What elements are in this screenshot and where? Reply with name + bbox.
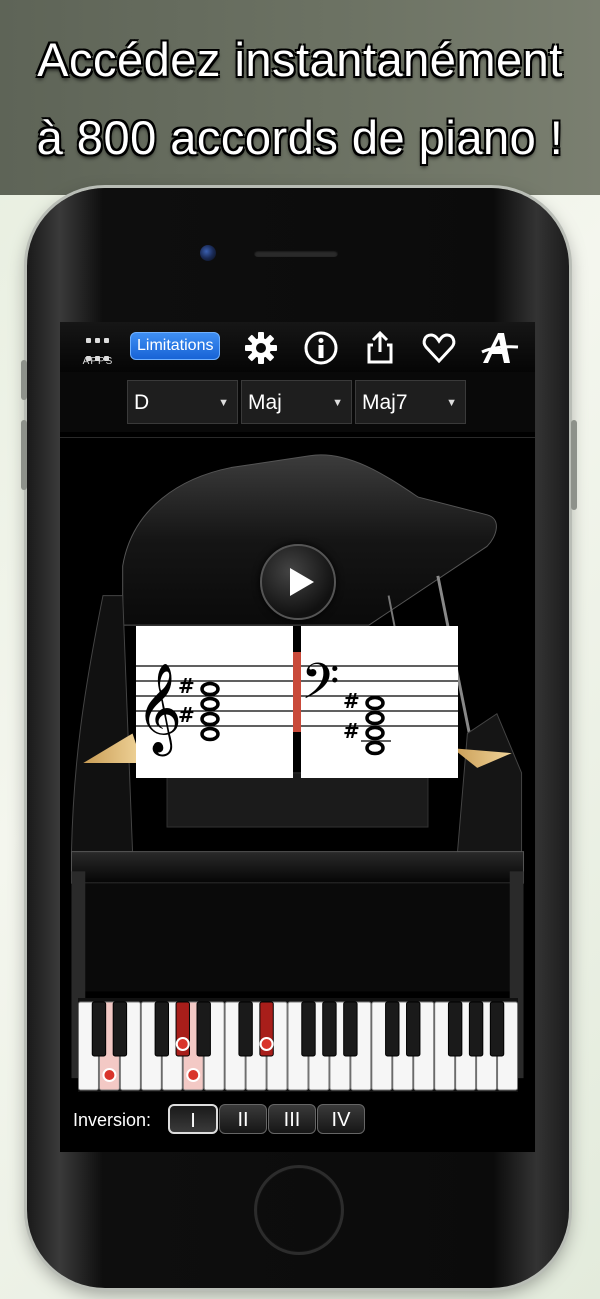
side-button [21,360,27,400]
root-note-value: D [134,391,150,414]
staff-separator [293,652,301,732]
black-key[interactable] [238,1001,253,1057]
svg-text:𝄞: 𝄞 [136,663,182,757]
chord-selector-row: D ▼ Maj ▼ Maj7 ▼ [60,372,535,432]
black-key[interactable] [468,1001,484,1057]
share-icon[interactable] [362,330,398,366]
toolbar: APPS Limitations [60,322,535,373]
app-screen: APPS Limitations D ▼ Maj ▼ Maj7 ▼ 𝄞 # # … [60,322,535,1152]
black-key[interactable] [301,1001,316,1057]
play-button[interactable] [260,544,336,620]
font-icon[interactable] [480,330,519,366]
black-key[interactable] [322,1001,337,1057]
grand-piano-illustration [70,454,525,1079]
front-camera [200,245,216,261]
piano-keyboard[interactable] [78,998,518,1092]
chord-quality-select[interactable]: Maj ▼ [241,380,352,424]
chevron-down-icon: ▼ [446,397,457,409]
gear-icon[interactable] [243,330,279,366]
pressed-key-marker [102,1068,117,1082]
inversion-button-ii[interactable]: II [219,1104,267,1134]
root-note-select[interactable]: D ▼ [127,380,238,424]
svg-text:#: # [178,674,195,698]
svg-text:𝄢: 𝄢 [301,653,340,723]
side-button [571,420,577,510]
heart-icon[interactable] [421,330,457,366]
bass-staff: 𝄢 # # [301,626,458,778]
black-key[interactable] [343,1001,358,1057]
black-key[interactable] [154,1001,170,1057]
svg-text:#: # [343,689,360,713]
home-button [254,1165,344,1255]
chord-quality-value: Maj [248,391,282,414]
black-key[interactable] [91,1001,107,1057]
play-icon [290,568,314,596]
apps-label: APPS [82,356,114,367]
chord-extension-value: Maj7 [362,391,408,414]
side-button [21,420,27,490]
chord-extension-select[interactable]: Maj7 ▼ [355,380,466,424]
chevron-down-icon: ▼ [218,397,229,409]
pressed-key-marker [259,1037,274,1051]
svg-text:#: # [178,703,195,727]
apps-button[interactable]: APPS [78,331,118,369]
inversion-button-i[interactable]: I [168,1104,218,1134]
inversion-label: Inversion: [73,1110,152,1130]
banner-title-line1: Accédez instantanément [37,33,563,86]
promo-banner: Accédez instantanément à 800 accords de … [0,0,600,195]
black-key[interactable] [406,1001,421,1057]
inversion-row: Inversion: I II III IV [60,1098,535,1142]
pressed-key-marker [186,1068,201,1082]
svg-text:#: # [343,719,360,743]
earpiece-speaker [254,250,338,257]
pressed-key-marker [175,1037,190,1051]
banner-title-line2: à 800 accords de piano ! [36,111,564,164]
inversion-button-iv[interactable]: IV [317,1104,365,1134]
info-icon[interactable] [303,330,339,366]
black-key[interactable] [447,1001,463,1057]
black-key[interactable] [489,1001,505,1057]
treble-staff: 𝄞 # # [136,626,293,778]
black-key[interactable] [112,1001,128,1057]
chevron-down-icon: ▼ [332,397,343,409]
limitations-button[interactable]: Limitations [130,332,221,360]
black-key[interactable] [385,1001,400,1057]
inversion-button-iii[interactable]: III [268,1104,316,1134]
black-key[interactable] [196,1001,211,1057]
